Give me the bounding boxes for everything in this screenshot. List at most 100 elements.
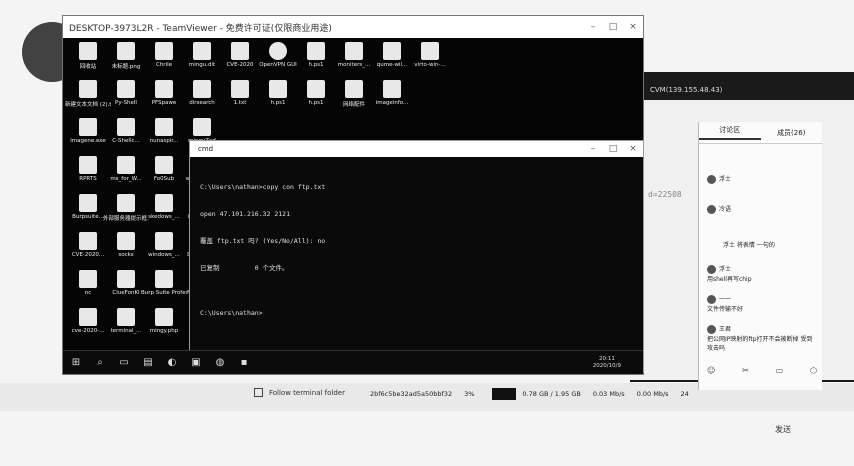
cmd-minimize-button[interactable]: – xyxy=(583,140,603,158)
start-button[interactable]: ⊞ xyxy=(67,355,85,371)
app-icon xyxy=(345,80,363,98)
follow-checkbox[interactable] xyxy=(254,388,263,397)
file-icon xyxy=(79,270,97,288)
explorer-icon[interactable]: ▤ xyxy=(139,355,157,371)
chat-tabs: 讨论区 成员(26) xyxy=(699,122,822,144)
folder-icon xyxy=(79,156,97,174)
file-icon xyxy=(155,232,173,250)
cmd-line: 覆盖 ftp.txt 吗? (Yes/No/All): no xyxy=(200,237,326,245)
search-icon[interactable]: ⌕ xyxy=(91,355,109,371)
text-file-icon xyxy=(79,80,97,98)
teamviewer-titlebar[interactable]: DESKTOP-3973L2R - TeamViewer - 免费许可证(仅限商… xyxy=(63,16,643,38)
chat-message: 王君 把公网IP映射的ftp打开不会被断掉 受到攻击吗 xyxy=(707,325,813,352)
cmd-taskbar-icon[interactable]: ▪ xyxy=(235,355,253,371)
cmd-maximize-button[interactable]: □ xyxy=(603,140,623,158)
follow-terminal-folder[interactable]: Follow terminal folder xyxy=(254,388,345,397)
clock: 20:11 2020/10/9 xyxy=(593,356,621,370)
app-icon xyxy=(155,80,173,98)
cmd-line: 已复制 0 个文件。 xyxy=(200,264,289,272)
cmd-output[interactable]: C:\Users\nathan>copy con ftp.txt open 47… xyxy=(190,157,643,344)
app-icon xyxy=(155,118,173,136)
file-icon xyxy=(79,232,97,250)
taskbar: ⊞ ⌕ ▭ ▤ ◐ ▣ ◍ ▪ 20:11 2020/10/9 xyxy=(63,350,643,374)
app-icon[interactable]: ▣ xyxy=(187,355,205,371)
screen: CVM(139.155.48.43) d=22508 DESKTOP-3973L… xyxy=(0,0,854,466)
resource-monitor: 2bf6c5be32ad5a50bbf32 3% 0.78 GB / 1.95 … xyxy=(370,388,701,400)
maximize-button[interactable]: □ xyxy=(603,18,623,36)
tab-discussion[interactable]: 讨论区 xyxy=(699,125,761,140)
cpu-label: 3% xyxy=(464,390,475,398)
avatar xyxy=(707,265,716,274)
image-icon[interactable]: ▭ xyxy=(776,366,784,375)
file-icon xyxy=(155,42,173,60)
send-button[interactable]: 发送 xyxy=(775,424,791,435)
avatar xyxy=(707,205,716,214)
cmd-titlebar[interactable]: cmd – □ × xyxy=(190,141,643,157)
close-button[interactable]: × xyxy=(623,18,643,36)
image-file-icon xyxy=(117,42,135,60)
app-icon[interactable]: ◍ xyxy=(211,355,229,371)
disk-label: 24 xyxy=(680,390,689,398)
app-icon xyxy=(383,42,401,60)
net-up-label: 0.03 Mb/s xyxy=(592,390,625,398)
avatar xyxy=(707,175,716,184)
file-icon xyxy=(383,80,401,98)
shield-icon[interactable]: ⬡ xyxy=(810,366,817,375)
minimize-button[interactable]: – xyxy=(583,18,603,36)
edge-icon[interactable]: ◐ xyxy=(163,355,181,371)
file-icon xyxy=(193,118,211,136)
chat-message: 浮士 用shell再写chip xyxy=(707,265,752,283)
avatar xyxy=(707,295,716,304)
app-icon xyxy=(79,118,97,136)
cpu-graph xyxy=(492,388,517,400)
file-icon xyxy=(345,42,363,60)
scissors-icon[interactable]: ✂ xyxy=(742,366,749,375)
avatar xyxy=(707,325,716,334)
clock-date: 2020/10/9 xyxy=(592,362,621,369)
script-file-icon xyxy=(307,80,325,98)
remote-desktop[interactable]: 回收站 未标题.png Chrile mingu.dit CVE-2020 Op… xyxy=(63,38,644,372)
script-file-icon xyxy=(269,80,287,98)
app-icon xyxy=(79,308,97,326)
file-icon xyxy=(117,232,135,250)
follow-label: Follow terminal folder xyxy=(269,388,345,397)
file-icon xyxy=(231,42,249,60)
app-icon xyxy=(117,80,135,98)
php-file-icon xyxy=(155,308,173,326)
chat-panel: 讨论区 成员(26) 浮士 冷语 浮士 将表情 一句的 浮士 用shell再写ch… xyxy=(698,122,822,390)
file-icon xyxy=(421,42,439,60)
cmd-prompt[interactable]: C:\Users\nathan> xyxy=(200,309,633,318)
remote-ip-label: CVM(139.155.48.43) xyxy=(650,86,723,94)
task-view-icon[interactable]: ▭ xyxy=(115,355,133,371)
desktop-icon[interactable]: imageinfo... xyxy=(369,80,415,106)
chat-message: 浮士 xyxy=(707,174,731,184)
chat-message: 冷语 xyxy=(707,204,731,214)
mem-label: 0.78 GB / 1.95 GB xyxy=(522,390,581,398)
chat-toolbar: ☺ ✂ ▭ ⬡ xyxy=(707,366,817,375)
terminal-icon xyxy=(117,308,135,326)
tab-members[interactable]: 成员(26) xyxy=(761,128,823,138)
chat-message: 一一 文件传输不好 xyxy=(707,295,744,313)
recycle-bin-icon xyxy=(79,42,97,60)
file-icon xyxy=(117,118,135,136)
cmd-line: open 47.101.216.32 2121 xyxy=(200,210,291,218)
hash-label: 2bf6c5be32ad5a50bbf32 xyxy=(370,390,453,398)
chat-notice: 浮士 将表情 一句的 xyxy=(723,242,775,249)
folder-icon xyxy=(155,156,173,174)
clock-time: 20:11 xyxy=(598,355,615,362)
desktop-icon[interactable]: virto-win-... xyxy=(407,42,453,68)
openvpn-icon xyxy=(269,42,287,60)
script-file-icon xyxy=(307,42,325,60)
net-down-label: 0.00 Mb/s xyxy=(636,390,669,398)
cmd-line: C:\Users\nathan>copy con ftp.txt xyxy=(200,183,326,191)
window-title: DESKTOP-3973L2R - TeamViewer - 免费许可证(仅限商… xyxy=(69,23,332,34)
teamviewer-window[interactable]: DESKTOP-3973L2R - TeamViewer - 免费许可证(仅限商… xyxy=(62,15,644,375)
cmd-close-button[interactable]: × xyxy=(623,140,643,158)
emoji-icon[interactable]: ☺ xyxy=(707,366,715,375)
folder-icon xyxy=(117,270,135,288)
text-file-icon xyxy=(231,80,249,98)
cmd-window[interactable]: cmd – □ × C:\Users\nathan>copy con ftp.t… xyxy=(189,140,644,372)
app-icon xyxy=(79,194,97,212)
burp-suite-icon xyxy=(155,270,173,288)
folder-icon xyxy=(193,80,211,98)
